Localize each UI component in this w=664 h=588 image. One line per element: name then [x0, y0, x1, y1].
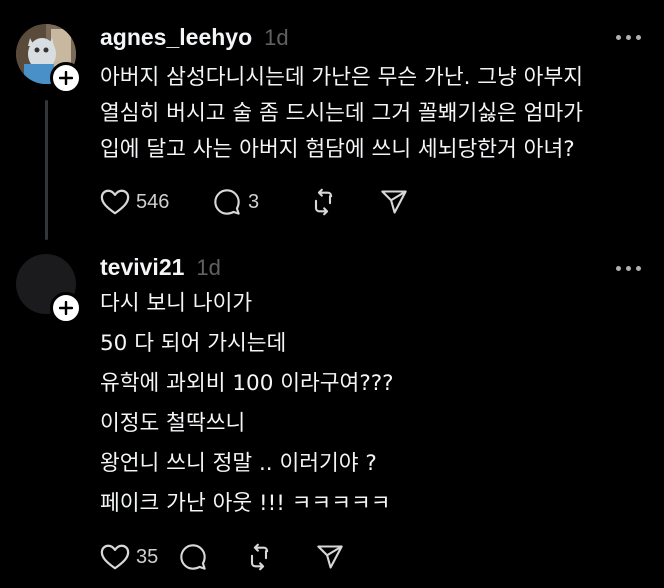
like-count: 35 — [136, 545, 159, 568]
text-line: 50 다 되어 가시는데 — [100, 331, 287, 356]
more-dot — [626, 265, 631, 271]
text-line: 이정도 철딱쓰니 — [100, 411, 246, 436]
reply-button[interactable] — [178, 543, 244, 571]
post-header: tevivi21 1d — [100, 254, 221, 281]
heart-icon — [100, 544, 130, 570]
share-button[interactable] — [380, 188, 420, 216]
reply-button[interactable]: 3 — [212, 188, 308, 216]
share-button[interactable] — [316, 543, 356, 571]
repost-icon — [250, 543, 269, 571]
action-bar: 546 3 — [100, 188, 420, 216]
thread-post: agnes_leehyo 1d 아버지 삼성다니시는데 가난은 무슨 가난. 그… — [0, 0, 664, 250]
more-dot — [626, 34, 631, 40]
text-line: 아버지 삼성다니시는데 가난은 무슨 가난. 그냥 아부지 — [100, 65, 584, 90]
text-line: 페이크 가난 아웃 !!! ㅋㅋㅋㅋㅋ — [100, 491, 391, 516]
follow-button[interactable] — [50, 62, 82, 94]
more-icon — [616, 34, 621, 40]
username[interactable]: agnes_leehyo — [100, 24, 252, 51]
thread-connector-line — [45, 100, 48, 240]
repost-icon — [314, 188, 333, 216]
more-button[interactable] — [616, 263, 644, 273]
like-button[interactable]: 546 — [100, 188, 212, 216]
thread-post: tevivi21 1d 다시 보니 나이가 50 다 되어 가시는데 유학에 과… — [0, 240, 664, 588]
heart-icon — [100, 189, 130, 215]
reply-count: 3 — [248, 190, 260, 213]
text-line: 입에 달고 사는 아버지 험담에 쓰니 세뇌당한거 아녀? — [100, 137, 575, 162]
more-dot — [636, 265, 641, 271]
text-line: 왕언니 쓰니 정말 .. 이러기야 ? — [100, 451, 377, 476]
avatar-container[interactable] — [16, 24, 82, 94]
text-line: 열심히 버시고 술 좀 드시는데 그거 꼴봬기싫은 엄마가 — [100, 101, 584, 126]
text-line: 다시 보니 나이가 — [100, 291, 253, 316]
send-icon — [317, 545, 343, 569]
comment-icon — [180, 544, 206, 570]
username[interactable]: tevivi21 — [100, 254, 184, 281]
like-button[interactable]: 35 — [100, 543, 178, 571]
plus-icon — [59, 71, 73, 85]
follow-button[interactable] — [50, 292, 82, 324]
like-count: 546 — [136, 190, 170, 213]
repost-button[interactable] — [308, 188, 380, 216]
post-text: 다시 보니 나이가 50 다 되어 가시는데 유학에 과외비 100 이라구여?… — [100, 284, 650, 524]
send-icon — [381, 190, 407, 214]
timestamp[interactable]: 1d — [264, 25, 288, 51]
more-button[interactable] — [616, 32, 644, 42]
post-header: agnes_leehyo 1d — [100, 24, 289, 51]
timestamp[interactable]: 1d — [196, 255, 220, 281]
more-dot — [636, 34, 641, 40]
avatar-container[interactable] — [16, 254, 82, 324]
more-icon — [616, 265, 621, 271]
text-line: 유학에 과외비 100 이라구여??? — [100, 371, 394, 396]
action-bar: 35 — [100, 543, 356, 571]
comment-icon — [214, 189, 240, 215]
post-text: 아버지 삼성다니시는데 가난은 무슨 가난. 그냥 아부지 열심히 버시고 술 … — [100, 60, 650, 168]
repost-button[interactable] — [244, 543, 316, 571]
plus-icon — [59, 301, 73, 315]
